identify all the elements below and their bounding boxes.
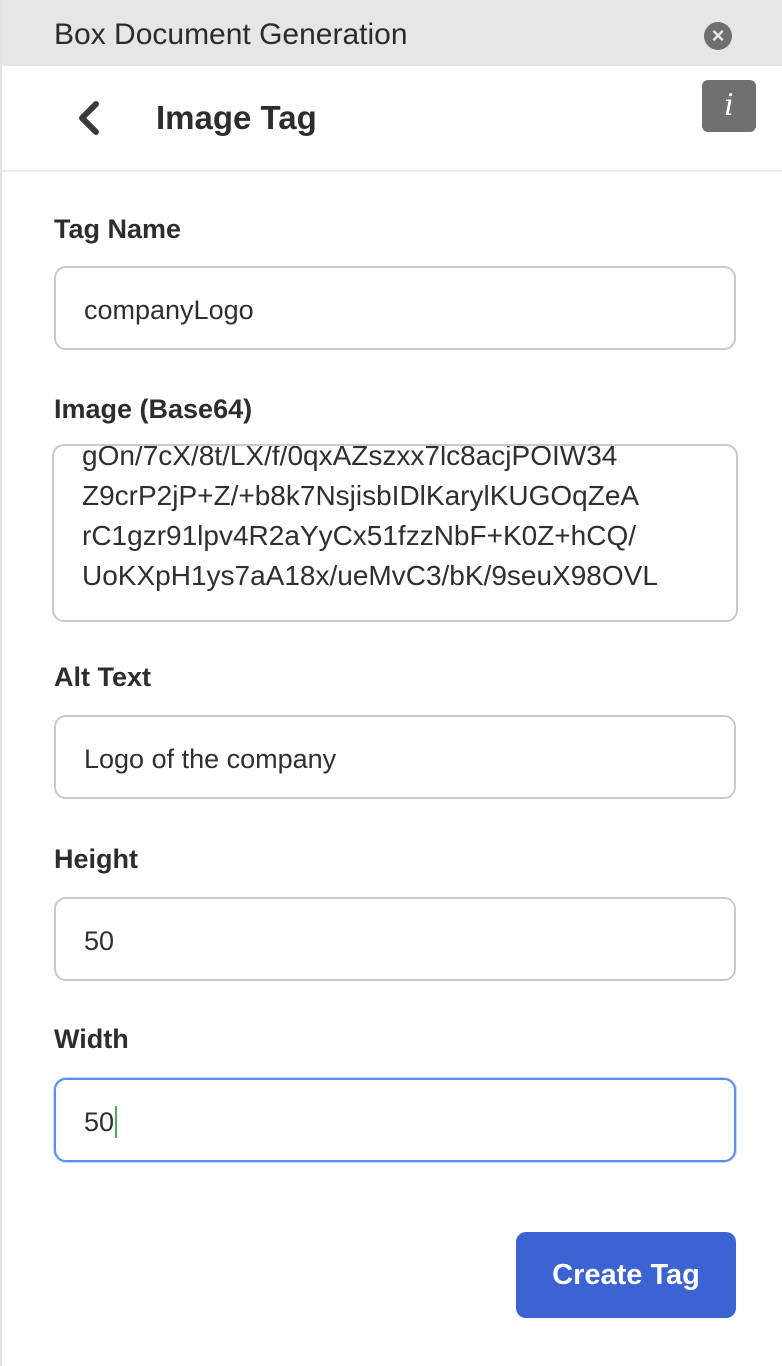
height-value: 50 (84, 926, 115, 956)
image-base64-textarea[interactable]: gOn/7cX/8t/LX/f/0qxAZszxx7lc8acjPOIW34 Z… (52, 444, 738, 622)
title-bar: Box Document Generation × (2, 0, 782, 66)
close-icon[interactable]: × (704, 22, 732, 50)
text-caret (115, 1106, 118, 1138)
back-button[interactable] (70, 96, 110, 140)
width-input[interactable]: 50 (54, 1078, 736, 1162)
tag-name-label: Tag Name (54, 214, 182, 244)
image-base64-line: UoKXpH1ys7aA18x/ueMvC3/bK/9seuX98OVL (82, 560, 658, 591)
image-base64-line: Z9crP2jP+Z/+b8k7NsjisbIDlKarylKUGOqZeA (82, 480, 640, 511)
alt-text-value: Logo of the company (84, 744, 337, 774)
window-title: Box Document Generation (54, 18, 408, 51)
tag-name-input[interactable]: companyLogo (54, 266, 736, 350)
info-icon[interactable]: i (702, 80, 756, 132)
image-base64-line: rC1gzr91lpv4R2aYyCx51fzzNbF+K0Z+hCQ/ (82, 520, 637, 551)
width-value-wrap: 50 (84, 1106, 118, 1138)
width-label: Width (54, 1024, 129, 1054)
width-value: 50 (84, 1107, 115, 1137)
chevron-left-icon (79, 101, 99, 135)
height-input[interactable]: 50 (54, 897, 736, 981)
image-base64-label: Image (Base64) (54, 394, 253, 424)
create-tag-button[interactable]: Create Tag (516, 1232, 736, 1318)
page-title: Image Tag (156, 99, 317, 136)
image-base64-line: gOn/7cX/8t/LX/f/0qxAZszxx7lc8acjPOIW34 (82, 444, 618, 471)
alt-text-input[interactable]: Logo of the company (54, 715, 736, 799)
sub-header: Image Tag i (2, 66, 782, 172)
alt-text-label: Alt Text (54, 662, 152, 692)
height-label: Height (54, 844, 138, 874)
doc-gen-panel: Box Document Generation × Image Tag i Ta… (0, 0, 782, 1366)
image-base64-content: gOn/7cX/8t/LX/f/0qxAZszxx7lc8acjPOIW34 Z… (82, 444, 658, 596)
tag-name-value: companyLogo (84, 295, 254, 325)
